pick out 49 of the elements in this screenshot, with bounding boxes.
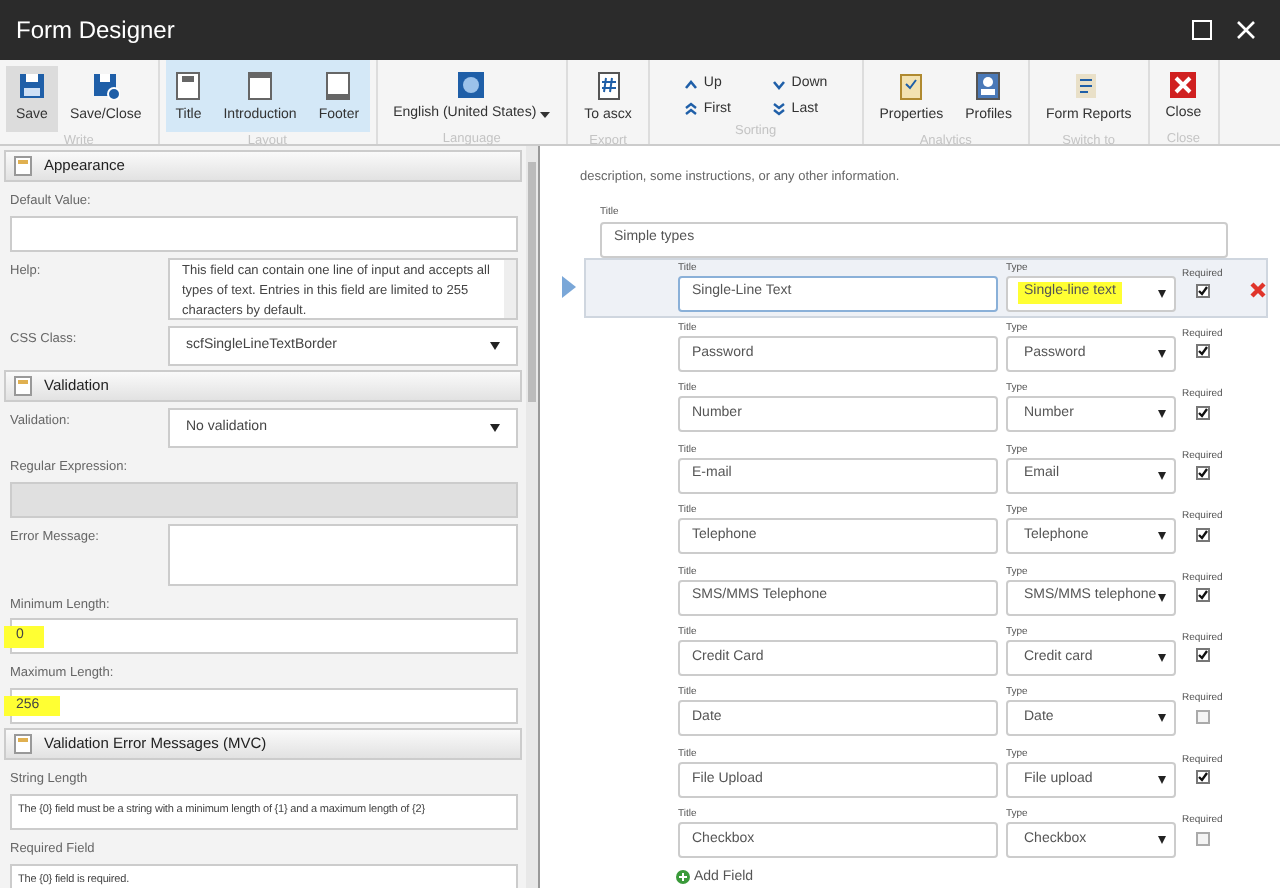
delete-icon[interactable] [1250, 281, 1267, 297]
scrollbar[interactable] [504, 259, 516, 318]
layout-icon [176, 72, 201, 100]
clipboard-icon [900, 72, 923, 100]
profile-icon [976, 72, 1001, 100]
checkbox[interactable] [1195, 466, 1210, 481]
caret-icon [540, 111, 551, 118]
document-icon [14, 734, 32, 754]
document-icon [597, 72, 620, 100]
scrollbar[interactable] [526, 146, 538, 888]
caret-icon [1158, 836, 1166, 845]
caret-icon [490, 341, 500, 350]
checkbox[interactable] [1195, 648, 1210, 663]
caret-icon [1158, 289, 1166, 297]
caret-icon [1158, 471, 1166, 480]
caret-icon [1158, 410, 1166, 419]
checkbox[interactable] [1195, 344, 1210, 359]
caret-icon [1158, 714, 1166, 723]
chevron-up-icon [683, 79, 698, 90]
maximize-icon[interactable] [1192, 20, 1212, 40]
caret-icon [1158, 653, 1166, 662]
checkbox[interactable] [1195, 709, 1210, 724]
input-field[interactable] [10, 215, 518, 252]
double-chevron-up-icon [683, 102, 698, 117]
triangle-icon [562, 275, 576, 297]
document-icon [14, 156, 32, 176]
double-chevron-down-icon [771, 102, 786, 117]
chevron-down-icon [771, 79, 786, 90]
caret-icon [1158, 532, 1166, 541]
close-icon [1170, 72, 1197, 98]
checkbox[interactable] [1195, 527, 1210, 542]
checkbox[interactable] [1195, 405, 1210, 420]
window-title: Form Designer [16, 14, 175, 48]
checkbox[interactable] [1195, 588, 1210, 603]
save-icon [91, 72, 120, 100]
caret-icon [490, 423, 500, 432]
layout-icon [248, 72, 273, 100]
document-icon [14, 375, 32, 396]
checkbox[interactable] [1195, 284, 1210, 298]
close-icon[interactable] [1236, 20, 1256, 40]
caret-icon [1158, 775, 1166, 784]
input-field[interactable] [10, 481, 518, 517]
checkbox[interactable] [1195, 831, 1210, 846]
save-icon [17, 72, 46, 100]
caret-icon [1158, 349, 1166, 358]
caret-icon [1158, 593, 1166, 602]
checkbox[interactable] [1195, 770, 1210, 785]
globe-icon [458, 72, 485, 98]
layout-icon [326, 72, 351, 100]
